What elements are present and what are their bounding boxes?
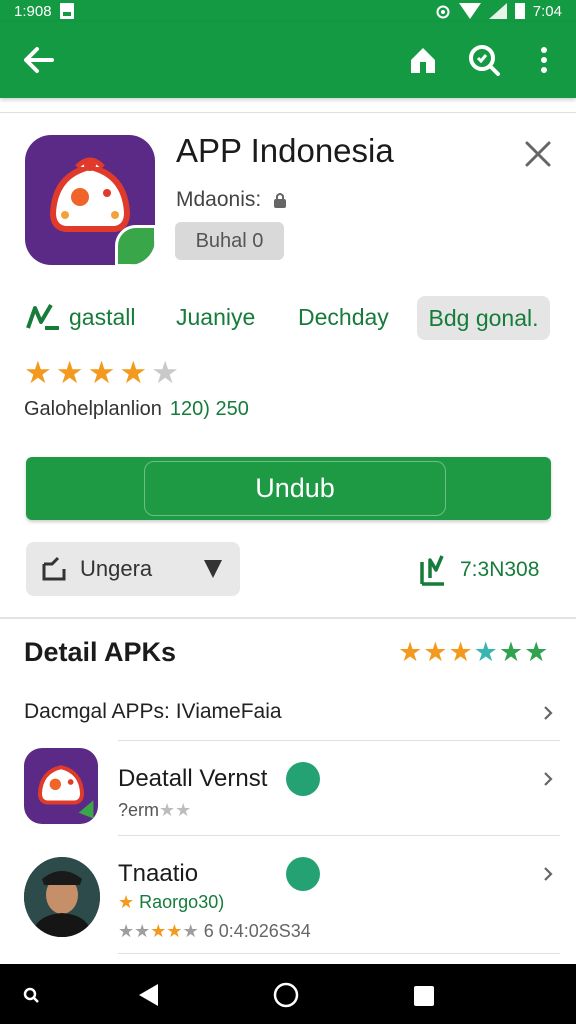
- rating-stars: ★ ★ ★ ★ ★: [24, 356, 179, 390]
- chevron-right-icon[interactable]: [540, 771, 556, 787]
- chevron-down-icon: [204, 560, 222, 578]
- list-item-meta: ★★★★★ 6 0:4:026S34: [118, 921, 311, 942]
- list-item-subtitle-text: ?erm: [118, 800, 160, 820]
- star-empty-icon: ★★: [159, 800, 192, 820]
- badge-icon: [286, 762, 320, 796]
- chevron-right-icon[interactable]: [540, 866, 556, 882]
- more-vert-icon[interactable]: [524, 40, 564, 80]
- recents-nav-icon[interactable]: [412, 984, 436, 1008]
- tab-bar: gastall Juaniye Dechday Bdg gonal.: [0, 294, 576, 340]
- status-time-left: 1:908: [14, 2, 52, 20]
- system-nav-bar: [0, 964, 576, 1024]
- status-time-right: 7:04: [532, 2, 562, 20]
- install-icon: [420, 555, 444, 586]
- meta-label: Galohelplanlion: [24, 398, 162, 420]
- arrow-left-icon[interactable]: [20, 42, 60, 78]
- signal-icon: [488, 3, 507, 19]
- tab-label: Dechday: [298, 303, 389, 330]
- home-nav-icon[interactable]: [272, 981, 300, 1009]
- version-chip[interactable]: Buhal 0: [175, 222, 284, 260]
- star-icon: ★: [473, 637, 498, 667]
- battery-icon: [514, 3, 525, 19]
- app-icon: [25, 135, 155, 265]
- star-icon: ★: [498, 637, 524, 667]
- developer-row: Mdaonis:: [176, 188, 289, 212]
- person-photo-icon: [24, 857, 100, 937]
- list-item-subtitle-text: Raorgo30): [139, 892, 225, 912]
- tab-label: Juaniye: [176, 303, 256, 330]
- app-bar: [0, 22, 576, 98]
- tab-label: gastall: [69, 303, 136, 330]
- lock-icon: [274, 193, 287, 208]
- row-divider: [118, 953, 560, 954]
- meta-value: 120) 250: [169, 398, 249, 420]
- alarm-icon: [436, 5, 450, 19]
- star-empty-icon: ★: [151, 355, 179, 390]
- apps-link-label: Dacmgal APPs: IViameFaia: [24, 700, 282, 723]
- tab-juaniye[interactable]: Juaniye: [176, 294, 255, 340]
- row-divider: [118, 835, 560, 836]
- apps-link-row[interactable]: Dacmgal APPs: IViameFaia: [24, 700, 556, 730]
- document-icon: [59, 3, 74, 19]
- list-item-title[interactable]: Deatall Vernst: [118, 765, 267, 793]
- close-icon[interactable]: [520, 136, 556, 172]
- section-title: Detail APKs: [24, 637, 177, 667]
- bag-logo-icon: [37, 765, 94, 819]
- app-title: APP Indonesia: [176, 132, 394, 169]
- home-icon[interactable]: [403, 40, 443, 80]
- tab-dechday[interactable]: Dechday: [298, 294, 389, 340]
- list-item-subtitle: ?erm★★: [118, 800, 191, 821]
- download-button[interactable]: Undub: [26, 457, 551, 520]
- download-count-value: 7:3N308: [460, 558, 540, 581]
- developer-name: Mdaonis:: [176, 188, 262, 211]
- install-icon: [26, 303, 59, 330]
- verified-badge-icon: [115, 225, 155, 265]
- status-bar: 1:908 7:04: [0, 0, 576, 22]
- star-icon: ★: [423, 637, 448, 667]
- star-icon: ★: [24, 355, 52, 390]
- star-icon: ★★: [118, 921, 151, 941]
- star-empty-icon: ★: [182, 921, 199, 941]
- star-icon: ★★: [150, 921, 183, 941]
- star-icon: ★: [448, 637, 473, 667]
- tab-install[interactable]: gastall: [25, 294, 135, 340]
- star-icon: ★: [55, 355, 84, 390]
- search-icon[interactable]: [464, 40, 504, 80]
- star-icon: ★: [524, 637, 549, 667]
- download-count: 7:3N308: [418, 554, 539, 586]
- section-rating-stars: ★ ★ ★ ★ ★ ★: [398, 637, 548, 667]
- list-item-subtitle: ★ Raorgo30): [118, 892, 224, 913]
- avatar: [24, 857, 100, 937]
- section-divider: [0, 617, 576, 619]
- back-nav-icon[interactable]: [136, 982, 160, 1008]
- list-item-app-icon: [24, 748, 98, 824]
- wifi-icon: [458, 3, 481, 19]
- chevron-right-icon[interactable]: [540, 705, 556, 721]
- download-button-label: Undub: [144, 461, 446, 516]
- star-icon: ★: [398, 637, 423, 667]
- update-dropdown[interactable]: Ungera: [26, 542, 240, 596]
- list-item-meta-text: 6 0:4:026S34: [203, 921, 311, 941]
- star-icon: ★: [87, 355, 116, 390]
- dropdown-label: Ungera: [80, 556, 153, 581]
- star-icon: ★: [119, 355, 148, 390]
- tab-label: Bdg gonal.: [428, 304, 539, 331]
- star-icon: ★: [118, 892, 135, 912]
- tab-bdg-gonal[interactable]: Bdg gonal.: [417, 296, 550, 340]
- list-item-title[interactable]: Tnaatio: [118, 860, 198, 888]
- rating-meta: Galohelplanlion 120) 250: [24, 398, 249, 421]
- search-small-icon[interactable]: [22, 986, 40, 1004]
- badge-icon: [286, 857, 320, 891]
- share-icon: [42, 556, 66, 581]
- row-divider: [118, 740, 560, 741]
